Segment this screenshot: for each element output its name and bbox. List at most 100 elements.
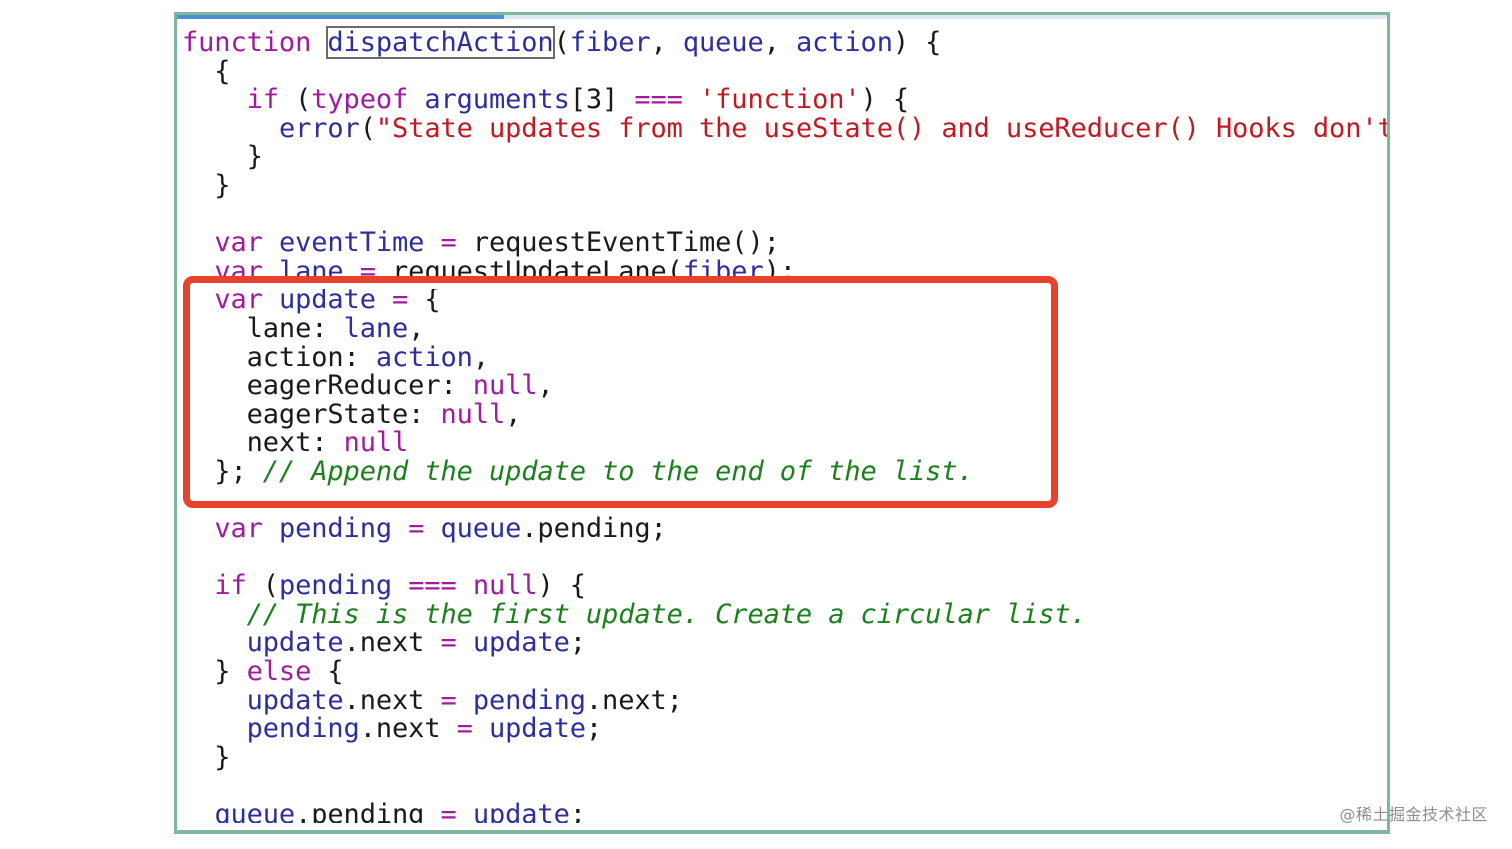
code-token: 'function' — [699, 84, 861, 116]
code-token: function — [182, 27, 312, 58]
code-token: fiber — [569, 27, 651, 58]
code-token: { — [182, 55, 231, 87]
code-token: , — [650, 27, 683, 58]
code-token: ( — [246, 570, 279, 602]
code-token: } — [182, 656, 247, 688]
code-token: action — [375, 341, 473, 373]
code-token: === — [634, 84, 683, 116]
code-token: } — [182, 169, 231, 201]
code-token: update — [246, 627, 344, 659]
code-token: , — [472, 341, 489, 373]
code-token: null — [472, 570, 538, 602]
code-token: ( — [359, 112, 376, 144]
code-token: update — [472, 627, 570, 659]
code-token: var — [214, 227, 263, 259]
code-token: .next — [343, 627, 441, 659]
code-line: action: action, — [182, 341, 1387, 373]
code-token: .next; — [585, 684, 683, 716]
code-token: next: — [182, 427, 344, 459]
code-token: , — [763, 27, 796, 58]
code-token: requestEventTime(); — [456, 227, 780, 259]
code-line: update.next = pending.next; — [182, 684, 1387, 716]
code-token: .next — [359, 713, 457, 745]
code-token: update — [488, 713, 586, 745]
code-line: }; // Append the update to the end of th… — [182, 455, 1387, 487]
code-token: eventTime — [278, 227, 425, 259]
selected-function-name: dispatchAction — [326, 26, 555, 59]
code-token: eagerState: — [182, 398, 441, 430]
code-editor-frame: function dispatchAction(fiber, queue, ac… — [174, 12, 1390, 834]
code-token: ) { — [892, 27, 942, 58]
code-token: [3] — [569, 84, 635, 116]
code-token: = — [408, 513, 425, 545]
code-token: ( — [553, 27, 570, 58]
code-token: lane: — [182, 312, 344, 344]
code-token: { — [311, 656, 344, 688]
code-token: pending — [278, 570, 393, 602]
code-token: null — [440, 398, 506, 430]
code-line: update.next = update; — [182, 627, 1387, 659]
watermark-text: @稀土掘金技术社区 — [1339, 805, 1488, 824]
code-token: null — [343, 427, 409, 459]
code-token: "State updates from the useState() and u… — [375, 112, 1390, 144]
code-token: action: — [182, 341, 376, 373]
code-token: , — [408, 312, 425, 344]
code-token: action — [795, 27, 893, 58]
code-token: // Append the update to the end of the l… — [262, 455, 974, 487]
code-line: } — [182, 141, 1387, 173]
code-view[interactable]: function dispatchAction(fiber, queue, ac… — [182, 26, 1390, 830]
code-token: ( — [278, 84, 312, 116]
line-clip-mask-bottom — [177, 823, 1387, 830]
code-token: error — [278, 112, 360, 144]
code-line: eagerState: null, — [182, 398, 1387, 430]
scroll-progress-track — [177, 15, 1387, 19]
code-token: queue — [440, 513, 522, 545]
code-line: var pending = queue.pending; — [182, 513, 1387, 545]
code-token: } — [182, 141, 263, 173]
code-line: { — [182, 55, 1387, 87]
code-token: pending — [246, 713, 360, 745]
code-token: = — [440, 227, 457, 259]
code-token: // This is the first update. Create a ci… — [246, 598, 1087, 630]
code-line: eagerReducer: null, — [182, 370, 1387, 402]
code-token: = — [440, 627, 457, 659]
code-line: function dispatchAction(fiber, queue, ac… — [182, 26, 1387, 59]
code-token: arguments — [424, 84, 570, 116]
code-line: error("State updates from the useState()… — [182, 112, 1390, 144]
code-token: typeof — [311, 84, 409, 116]
code-token: ) { — [537, 570, 586, 602]
code-token: lane — [343, 312, 409, 344]
code-token: .next — [343, 684, 441, 716]
code-token: null — [472, 370, 538, 402]
code-line: } — [182, 743, 1387, 773]
code-token: }; — [182, 455, 263, 487]
code-line: } else { — [182, 656, 1387, 688]
code-token: .pending; — [521, 513, 667, 545]
code-token: , — [537, 370, 554, 402]
code-line: lane: lane, — [182, 312, 1387, 344]
code-line: } — [182, 169, 1387, 201]
line-clip-mask-top — [177, 279, 1387, 289]
